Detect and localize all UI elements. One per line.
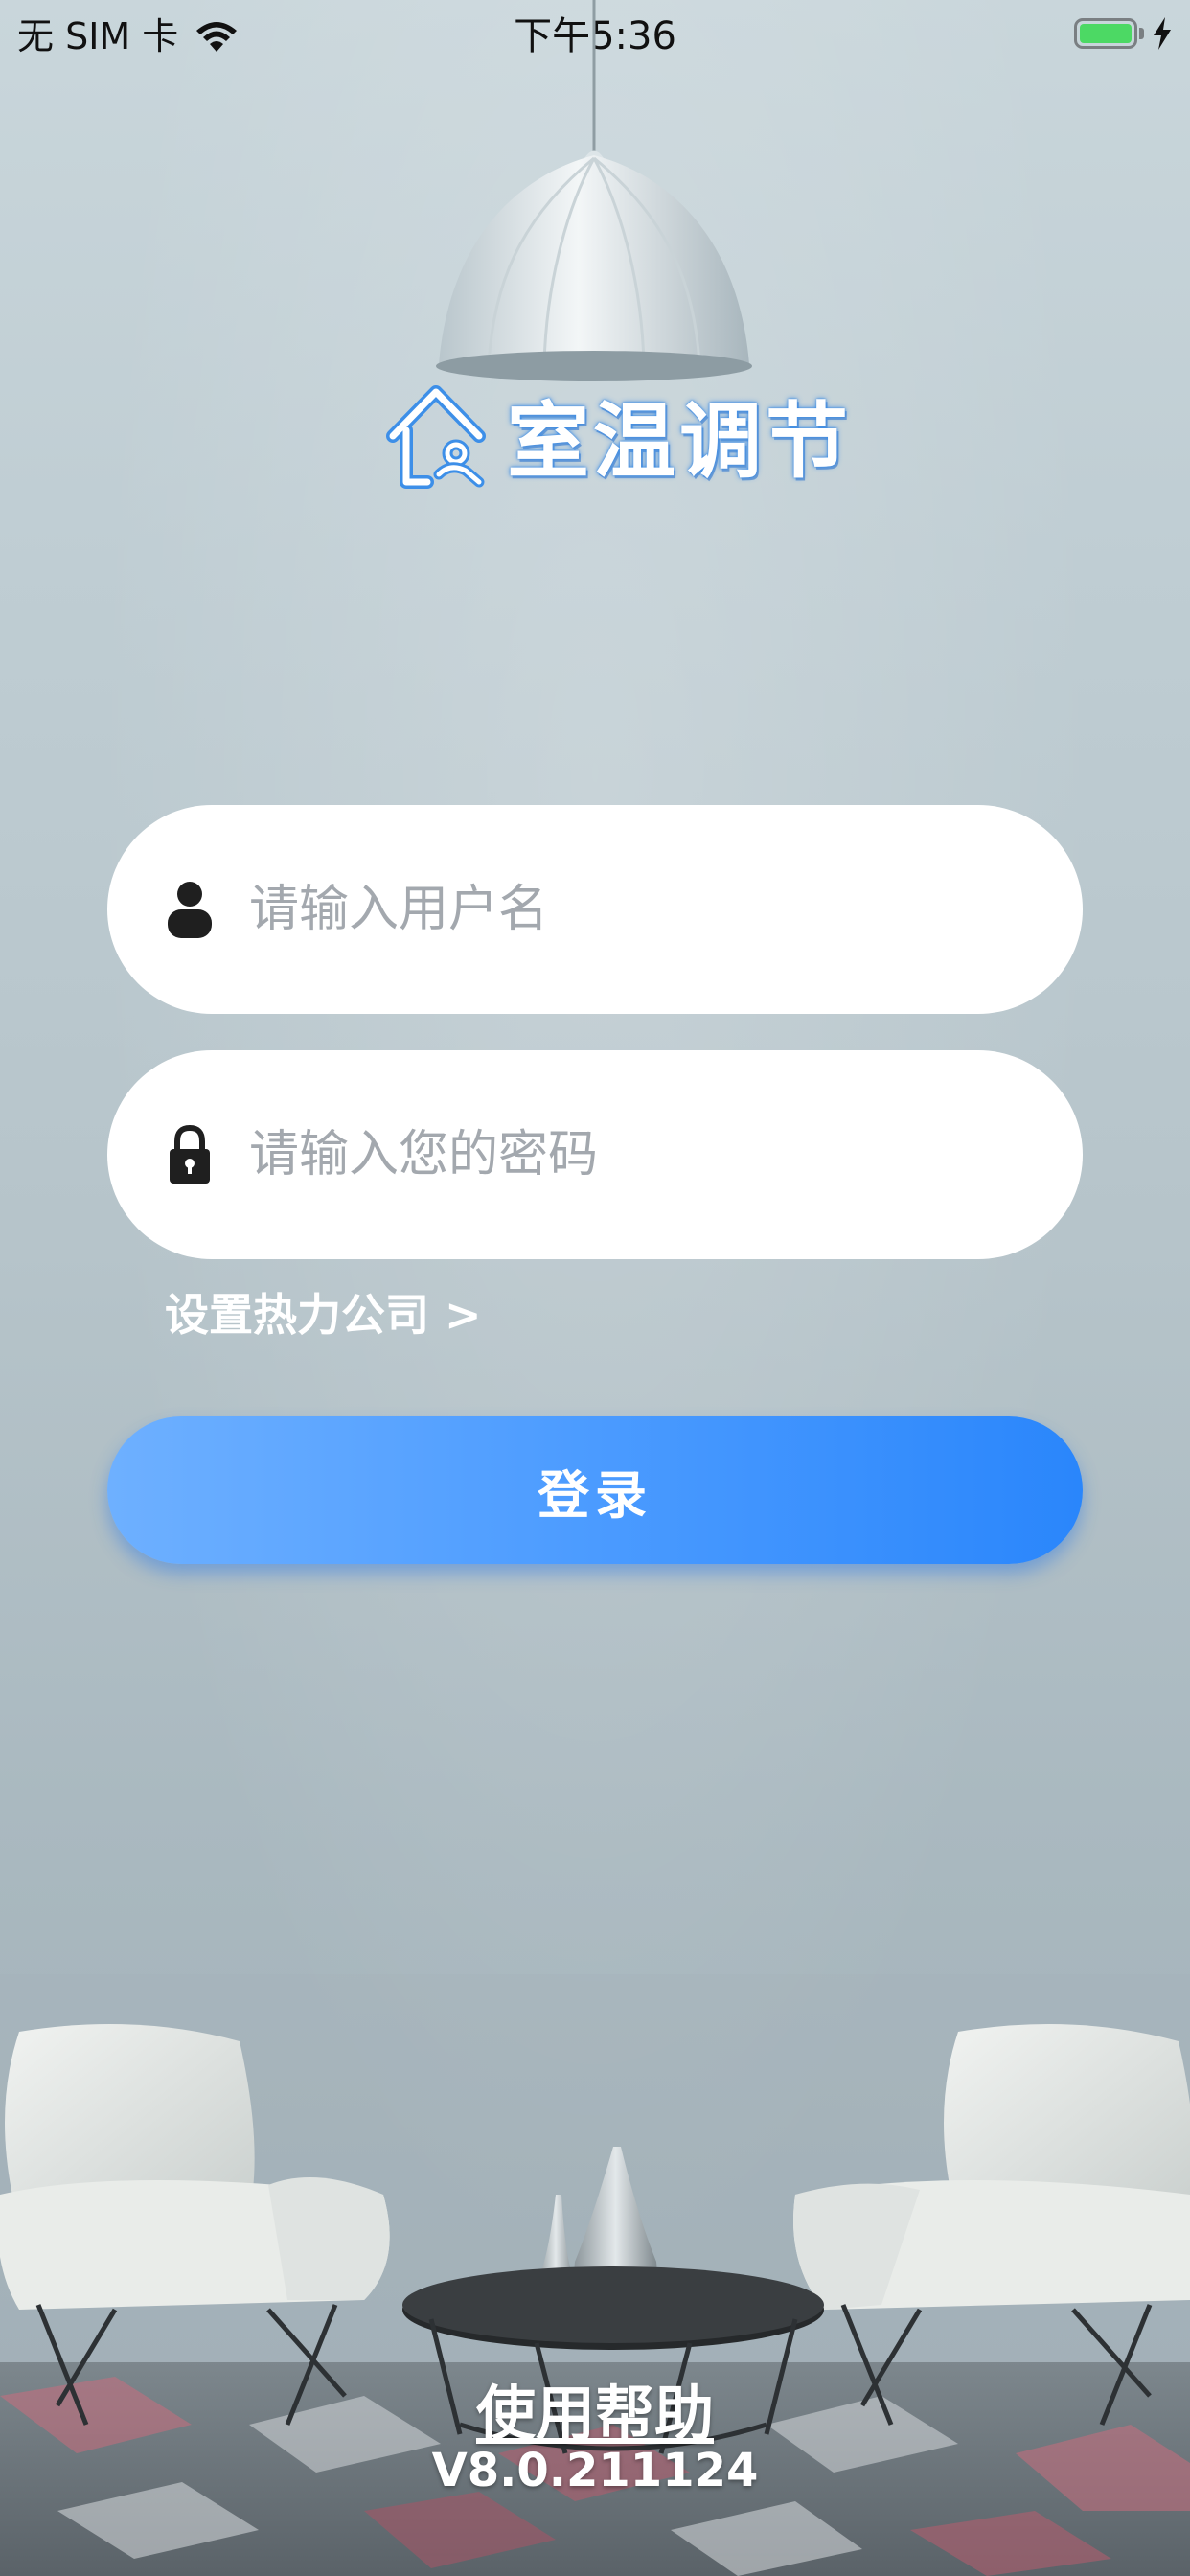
app-title: 室温调节 bbox=[507, 393, 852, 490]
help-link[interactable]: 使用帮助 bbox=[0, 2365, 1190, 2451]
charging-bolt-icon bbox=[1154, 17, 1171, 50]
user-icon bbox=[168, 882, 212, 938]
set-heating-company-link[interactable]: 设置热力公司 > bbox=[165, 1280, 482, 1344]
battery-indicator bbox=[1074, 17, 1173, 50]
password-input[interactable] bbox=[247, 1125, 1018, 1184]
username-field[interactable] bbox=[107, 805, 1083, 1014]
lock-icon bbox=[170, 1124, 210, 1184]
house-thermometer-icon bbox=[386, 384, 486, 489]
login-screen: 无 SIM 卡 下午5:36 室温调节 请输入用户名 设置热力公司 > 登录 使… bbox=[0, 0, 1190, 2576]
battery-tip bbox=[1139, 28, 1144, 39]
pendant-lamp-image bbox=[436, 0, 752, 381]
version-label: V8.0.211124 bbox=[431, 2444, 759, 2497]
username-input[interactable] bbox=[247, 880, 1018, 939]
app-logo: 室温调节 bbox=[383, 376, 852, 491]
battery-icon bbox=[1074, 18, 1137, 49]
battery-level bbox=[1080, 24, 1132, 43]
password-field[interactable] bbox=[107, 1050, 1083, 1259]
login-button[interactable]: 登录 bbox=[107, 1416, 1083, 1564]
